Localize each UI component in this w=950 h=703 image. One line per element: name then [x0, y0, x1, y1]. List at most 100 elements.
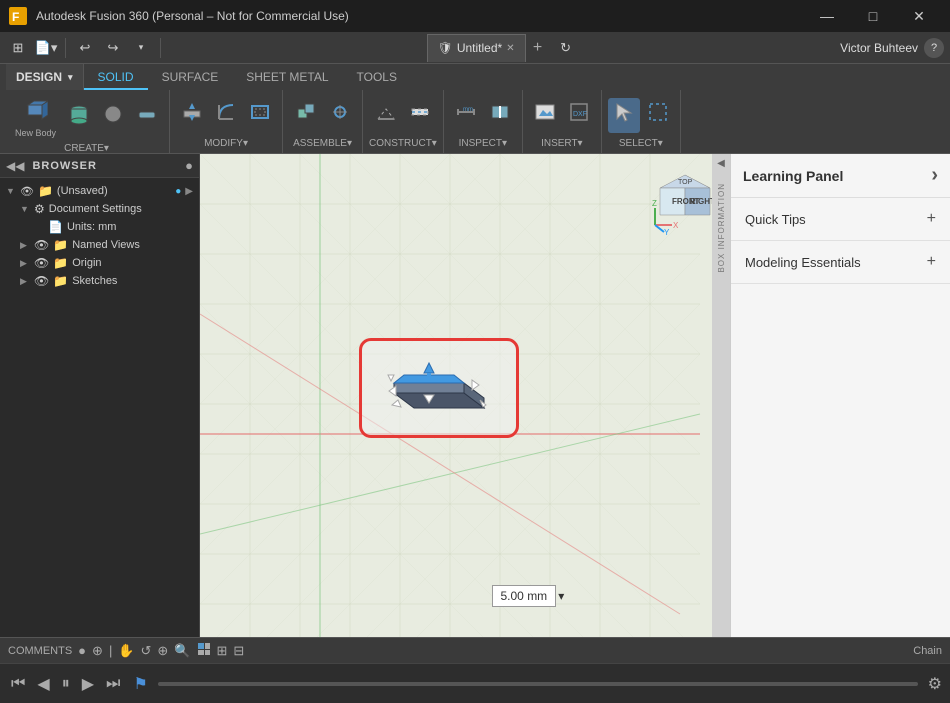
tab-surface[interactable]: SURFACE [148, 66, 233, 90]
doc-icon: 📄 [48, 220, 63, 234]
comments-view-button[interactable]: | [109, 643, 112, 658]
comments-dot-button[interactable]: ● [78, 643, 86, 658]
design-arrow-icon: ▾ [68, 72, 73, 83]
sketch-object-svg [374, 353, 504, 423]
refresh-button[interactable]: ↻ [554, 36, 578, 60]
browser-collapse-icon[interactable]: ◀◀ [6, 159, 24, 173]
design-label: DESIGN [16, 70, 62, 84]
create-pipe-button[interactable] [131, 100, 163, 135]
eye-small-icon: 👁 [34, 238, 49, 252]
construct-plane-button[interactable] [370, 98, 402, 133]
close-tab-button[interactable]: ✕ [506, 43, 514, 54]
tree-arrow-sketches: ▶ [20, 276, 30, 287]
timeline-track[interactable] [158, 682, 918, 686]
timeline-end-button[interactable]: ⏭ [103, 673, 123, 695]
tree-arrow-origin: ▶ [20, 258, 30, 269]
create-box-button[interactable]: New Body [10, 94, 61, 141]
ribbon-group-modify: MODIFY▾ [170, 90, 283, 153]
folder-icon-unsaved: 📁 [38, 184, 53, 198]
select-tool-button[interactable] [608, 98, 640, 133]
insert-image-button[interactable] [529, 98, 561, 133]
view-cube-svg: FRONT RIGHT TOP X Z Y [650, 170, 720, 240]
viewport[interactable]: FRONT RIGHT TOP X Z Y [200, 154, 730, 637]
timeline-settings-button[interactable]: ⚙ [928, 674, 942, 694]
eye-icon: 👁 [20, 185, 34, 198]
browser-settings-icon[interactable]: ● [185, 158, 193, 173]
help-button[interactable]: ? [924, 38, 944, 58]
close-button[interactable]: ✕ [896, 0, 942, 32]
ribbon-group-insert: DXF INSERT▾ [523, 90, 602, 153]
minimize-button[interactable]: — [804, 0, 850, 32]
dimension-dropdown-icon[interactable]: ▾ [558, 589, 564, 603]
orbit-button[interactable]: ↺ [141, 643, 152, 659]
timeline-next-button[interactable]: ▶ [79, 672, 97, 696]
folder-icon-origin: 📁 [53, 256, 68, 270]
learning-panel-chevron[interactable]: › [931, 164, 938, 187]
tree-item-unsaved[interactable]: ▼ 👁 📁 (Unsaved) ● ▶ [0, 182, 199, 200]
tab-solid[interactable]: SOLID [84, 66, 148, 90]
maximize-button[interactable]: □ [850, 0, 896, 32]
environment-button[interactable]: ⊟ [233, 643, 244, 659]
modify-shell-button[interactable] [244, 98, 276, 133]
timeline-prev-button[interactable]: ◀ [34, 672, 52, 696]
redo-button[interactable]: ↪ [101, 36, 125, 60]
comments-add-button[interactable]: ⊕ [92, 643, 103, 659]
grid-display-button[interactable]: ⊞ [217, 643, 228, 659]
file-menu-button[interactable]: 📄▾ [34, 36, 58, 60]
side-collapse-button[interactable]: ◀ [717, 154, 725, 173]
tree-item-named-views[interactable]: ▶ 👁 📁 Named Views [0, 236, 199, 254]
shell-icon [249, 101, 271, 128]
document-tab[interactable]: 🛡 Untitled* ✕ [427, 34, 526, 62]
new-tab-button[interactable]: + [526, 36, 550, 60]
undo-history-button[interactable]: ▾ [129, 36, 153, 60]
tree-item-doc-settings[interactable]: ▼ ⚙ Document Settings [0, 200, 199, 218]
tree-item-units[interactable]: 📄 Units: mm [0, 218, 199, 236]
pan-tool-button[interactable]: ✋ [118, 643, 134, 659]
insert-dxf-button[interactable]: DXF [563, 98, 595, 133]
undo-button[interactable]: ↩ [73, 36, 97, 60]
dimension-value: 5.00 mm [492, 585, 557, 607]
ribbon-group-select: SELECT▾ [602, 90, 681, 153]
quick-tips-item[interactable]: Quick Tips + [731, 198, 950, 241]
tree-label-named-views: Named Views [72, 239, 193, 251]
view-cube[interactable]: FRONT RIGHT TOP X Z Y [650, 170, 720, 240]
inspect-measure-button[interactable]: mm [450, 98, 482, 133]
inspect-section-button[interactable] [484, 98, 516, 133]
modeling-essentials-plus-icon[interactable]: + [927, 253, 936, 271]
assemble-new-comp-button[interactable] [290, 98, 322, 133]
zoom-button[interactable]: ⊕ [157, 643, 168, 659]
quick-tips-plus-icon[interactable]: + [927, 210, 936, 228]
zoom-extent-button[interactable]: 🔍 [174, 643, 190, 659]
side-info-bar: ◀ BOX INFORMATION [712, 154, 730, 637]
folder-icon-sketches: 📁 [53, 274, 68, 288]
eye-origin-icon: 👁 [34, 256, 49, 270]
tab-sheet-metal[interactable]: SHEET METAL [232, 66, 342, 90]
modeling-essentials-item[interactable]: Modeling Essentials + [731, 241, 950, 284]
modify-fillet-button[interactable] [210, 98, 242, 133]
browser-panel: ◀◀ BROWSER ● ▼ 👁 📁 (Unsaved) ● ▶ ▼ ⚙ Doc… [0, 154, 200, 637]
dimension-badge[interactable]: 5.00 mm ▾ [492, 585, 565, 607]
create-cylinder-button[interactable] [63, 100, 95, 135]
tab-tools[interactable]: TOOLS [343, 66, 411, 90]
timeline-flag-button[interactable]: ⚑ [133, 674, 147, 694]
tree-arrow-doc-settings: ▼ [20, 204, 30, 214]
design-dropdown[interactable]: DESIGN ▾ [6, 64, 84, 90]
press-pull-icon [181, 101, 203, 128]
construct-axis-button[interactable] [404, 98, 436, 133]
tree-item-origin[interactable]: ▶ 👁 📁 Origin [0, 254, 199, 272]
timeline-play-button[interactable]: ⏸ [59, 673, 73, 695]
display-mode-button[interactable] [197, 642, 211, 659]
grid-menu-button[interactable]: ⊞ [6, 36, 30, 60]
assemble-joint-button[interactable] [324, 98, 356, 133]
modify-press-pull-button[interactable] [176, 98, 208, 133]
svg-text:X: X [673, 221, 679, 230]
tree-item-sketches[interactable]: ▶ 👁 📁 Sketches [0, 272, 199, 290]
sketch-widget[interactable] [359, 338, 519, 438]
construct-group-label: CONSTRUCT▾ [369, 138, 437, 149]
create-more-button[interactable] [97, 100, 129, 135]
bottom-bar: COMMENTS ● ⊕ | ✋ ↺ ⊕ 🔍 ⊞ ⊟ Chain [0, 637, 950, 663]
svg-text:F: F [12, 10, 19, 24]
sphere-icon [102, 103, 124, 130]
timeline-start-button[interactable]: ⏮ [8, 673, 28, 695]
select-box-button[interactable] [642, 98, 674, 133]
